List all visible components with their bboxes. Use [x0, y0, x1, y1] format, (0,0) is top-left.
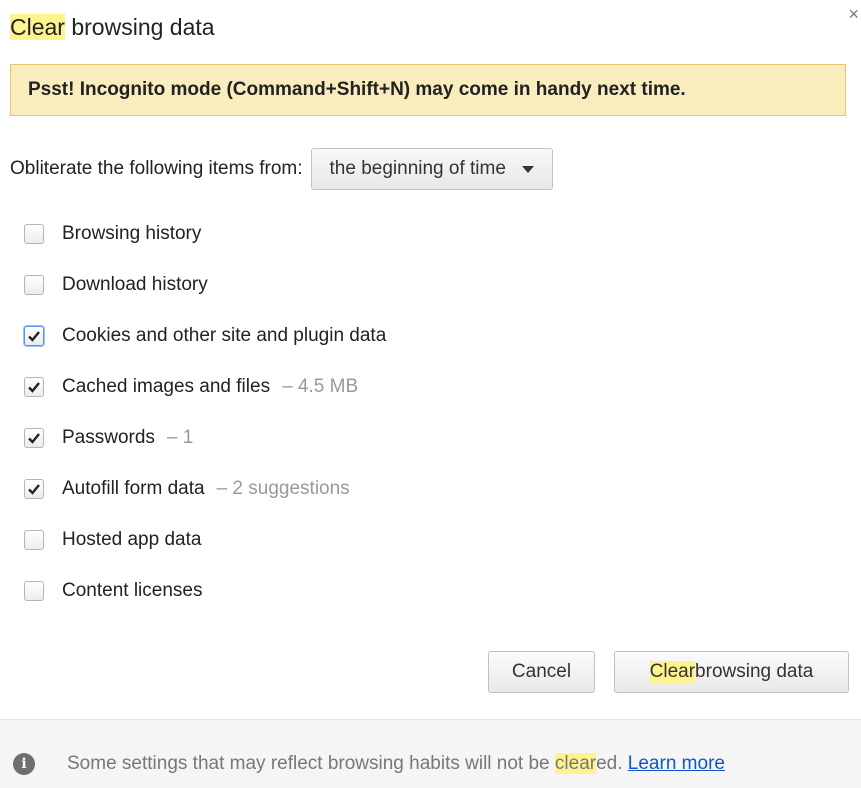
item-label: Cookies and other site and plugin data: [62, 324, 387, 346]
clear-browsing-data-button[interactable]: Clear browsing data: [614, 651, 849, 693]
hosted-app-data-checkbox[interactable]: [24, 529, 44, 550]
cached-images-checkbox[interactable]: [24, 376, 44, 397]
info-icon: i: [13, 753, 35, 775]
title-search-highlight: Clear: [10, 14, 65, 40]
item-download-history: Download history: [24, 259, 386, 310]
learn-more-link[interactable]: Learn more: [628, 753, 725, 774]
data-type-list: Browsing history Download history Cookie…: [24, 208, 386, 616]
time-range-label: Obliterate the following items from:: [10, 158, 303, 179]
time-range-selected-value: the beginning of time: [329, 158, 506, 179]
item-autofill: Autofill form data – 2 suggestions: [24, 463, 386, 514]
checkmark-icon: [28, 330, 40, 342]
checkmark-icon: [28, 483, 40, 495]
cancel-button[interactable]: Cancel: [488, 651, 595, 693]
close-icon[interactable]: ×: [848, 4, 859, 24]
incognito-tip-text: Psst! Incognito mode (Command+Shift+N) m…: [28, 79, 686, 100]
button-search-highlight: Clear: [649, 661, 696, 683]
item-label: Cached images and files: [62, 375, 271, 397]
item-cached-images: Cached images and files – 4.5 MB: [24, 361, 386, 412]
item-suggestions-detail: – 2 suggestions: [216, 477, 350, 499]
item-label: Passwords: [62, 426, 155, 448]
item-label: Hosted app data: [62, 528, 202, 550]
item-label: Content licenses: [62, 579, 203, 601]
footer-text-after: ed.: [596, 753, 628, 774]
item-label: Browsing history: [62, 222, 202, 244]
footer-search-highlight: clear: [554, 753, 597, 774]
item-browsing-history: Browsing history: [24, 208, 386, 259]
download-history-checkbox[interactable]: [24, 274, 44, 295]
passwords-checkbox[interactable]: [24, 427, 44, 448]
footer-text: Some settings that may reflect browsing …: [67, 753, 725, 775]
content-licenses-checkbox[interactable]: [24, 580, 44, 601]
item-hosted-app-data: Hosted app data: [24, 514, 386, 565]
cookies-checkbox[interactable]: [24, 325, 44, 346]
time-range-row: Obliterate the following items from: the…: [10, 148, 553, 190]
dropdown-arrow-icon: [521, 165, 534, 173]
browsing-history-checkbox[interactable]: [24, 223, 44, 244]
item-label: Download history: [62, 273, 208, 295]
clear-browsing-data-dialog: Clear browsing data × Psst! Incognito mo…: [0, 0, 861, 788]
item-count-detail: – 1: [166, 426, 194, 448]
footer-notice: i Some settings that may reflect browsin…: [0, 719, 861, 788]
time-range-select[interactable]: the beginning of time: [310, 148, 553, 190]
incognito-tip-banner: Psst! Incognito mode (Command+Shift+N) m…: [10, 64, 846, 116]
item-cookies: Cookies and other site and plugin data: [24, 310, 386, 361]
dialog-title: Clear browsing data: [10, 12, 215, 42]
button-label-rest: browsing data: [695, 661, 814, 682]
item-content-licenses: Content licenses: [24, 565, 386, 616]
checkmark-icon: [28, 381, 40, 393]
footer-text-before: Some settings that may reflect browsing …: [67, 753, 555, 774]
checkmark-icon: [28, 432, 40, 444]
title-text: browsing data: [64, 14, 215, 40]
item-passwords: Passwords – 1: [24, 412, 386, 463]
autofill-checkbox[interactable]: [24, 478, 44, 499]
item-label: Autofill form data: [62, 477, 205, 499]
item-size-detail: – 4.5 MB: [282, 375, 359, 397]
